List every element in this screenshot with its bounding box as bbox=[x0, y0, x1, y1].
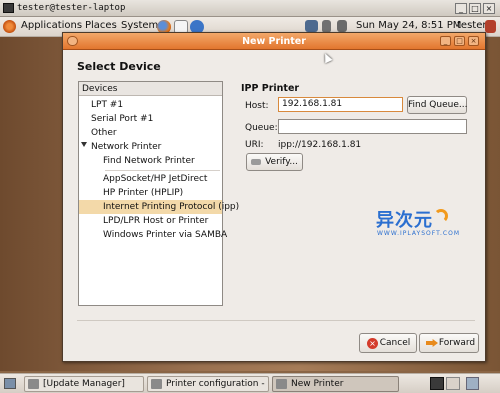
cancel-label: Cancel bbox=[379, 338, 411, 348]
power-icon[interactable] bbox=[485, 20, 496, 33]
device-list-header[interactable]: Devices bbox=[79, 82, 222, 96]
device-item-hplip[interactable]: HP Printer (HPLIP) bbox=[79, 186, 222, 200]
menu-system[interactable]: System bbox=[121, 20, 158, 31]
update-manager-icon bbox=[28, 379, 39, 389]
task-label-printer-configuration: Printer configuration - ... bbox=[166, 379, 269, 389]
watermark-main-text: 异次元 bbox=[376, 210, 433, 231]
maximize-button[interactable]: □ bbox=[469, 3, 481, 14]
device-item-find-network-printer[interactable]: Find Network Printer bbox=[79, 154, 222, 168]
device-item-appsocket[interactable]: AppSocket/HP JetDirect bbox=[79, 172, 222, 186]
dialog-close-button[interactable]: × bbox=[468, 36, 479, 46]
watermark-logo: 异次元 WWW.IPLAYSOFT.COM bbox=[376, 206, 486, 256]
dialog-divider bbox=[77, 320, 475, 321]
host-input[interactable]: 192.168.1.81 bbox=[278, 97, 403, 112]
device-list[interactable]: Devices LPT #1 Serial Port #1 Other Netw… bbox=[78, 81, 239, 306]
printer-icon bbox=[151, 379, 162, 389]
close-button[interactable]: × bbox=[483, 3, 495, 14]
cancel-button[interactable]: × Cancel bbox=[359, 333, 417, 353]
find-queue-button[interactable]: Find Queue... bbox=[407, 96, 467, 114]
verify-label: Verify... bbox=[265, 157, 298, 167]
dialog-maximize-button[interactable]: □ bbox=[454, 36, 465, 46]
verify-button[interactable]: Verify... bbox=[246, 153, 303, 171]
forward-arrow-icon bbox=[426, 339, 438, 347]
task-new-printer[interactable]: New Printer bbox=[272, 376, 399, 392]
device-item-ipp[interactable]: Internet Printing Protocol (ipp) bbox=[79, 200, 239, 214]
forward-label: Forward bbox=[438, 338, 476, 348]
bottom-panel: [Update Manager] Printer configuration -… bbox=[0, 373, 500, 393]
queue-label: Queue: bbox=[245, 123, 278, 133]
device-item-lpt1[interactable]: LPT #1 bbox=[79, 98, 222, 112]
task-label-update-manager: [Update Manager] bbox=[43, 379, 125, 389]
select-device-heading: Select Device bbox=[77, 60, 161, 73]
task-printer-configuration[interactable]: Printer configuration - ... bbox=[147, 376, 269, 392]
workspace-2-icon[interactable] bbox=[446, 377, 460, 390]
cancel-icon: × bbox=[367, 338, 378, 349]
menu-applications[interactable]: Applications bbox=[21, 20, 82, 31]
outer-window-title: tester@tester-laptop bbox=[17, 3, 126, 13]
workspace-1-icon[interactable] bbox=[430, 377, 444, 390]
terminal-icon bbox=[3, 3, 14, 13]
uri-value: ipp://192.168.1.81 bbox=[278, 140, 362, 150]
uri-label: URI: bbox=[245, 140, 264, 150]
verify-icon bbox=[251, 159, 261, 165]
minimize-button[interactable]: _ bbox=[455, 3, 467, 14]
wifi-logo-icon bbox=[434, 209, 448, 223]
trash-icon[interactable] bbox=[466, 377, 479, 390]
user-name[interactable]: tester bbox=[457, 20, 486, 31]
volume-icon[interactable] bbox=[337, 20, 347, 32]
ipp-printer-heading: IPP Printer bbox=[241, 83, 300, 94]
menu-places[interactable]: Places bbox=[85, 20, 117, 31]
show-desktop-icon[interactable] bbox=[4, 378, 16, 389]
watermark-url: WWW.IPLAYSOFT.COM bbox=[377, 230, 461, 237]
host-label: Host: bbox=[245, 101, 269, 111]
device-item-lpd-lpr[interactable]: LPD/LPR Host or Printer bbox=[79, 214, 222, 228]
clock[interactable]: Sun May 24, 8:51 PM bbox=[356, 20, 461, 31]
network-icon[interactable] bbox=[305, 20, 318, 32]
new-printer-dialog: New Printer _ □ × Select Device Devices … bbox=[62, 32, 486, 362]
device-item-serial-port[interactable]: Serial Port #1 bbox=[79, 112, 222, 126]
dialog-title: New Printer bbox=[242, 36, 306, 47]
device-item-network-printer[interactable]: Network Printer bbox=[79, 140, 222, 154]
forward-button[interactable]: Forward bbox=[419, 333, 479, 353]
ubuntu-logo-icon[interactable] bbox=[3, 20, 16, 33]
new-printer-icon bbox=[276, 379, 287, 389]
queue-input[interactable] bbox=[278, 119, 467, 134]
dialog-titlebar: New Printer _ □ × bbox=[63, 33, 485, 50]
device-item-other[interactable]: Other bbox=[79, 126, 222, 140]
task-label-new-printer: New Printer bbox=[291, 379, 344, 389]
list-separator bbox=[105, 170, 220, 171]
device-item-samba[interactable]: Windows Printer via SAMBA bbox=[79, 228, 227, 242]
task-update-manager[interactable]: [Update Manager] bbox=[24, 376, 144, 392]
dialog-minimize-button[interactable]: _ bbox=[440, 36, 451, 46]
outer-window-titlebar: tester@tester-laptop _ □ × bbox=[0, 0, 500, 17]
